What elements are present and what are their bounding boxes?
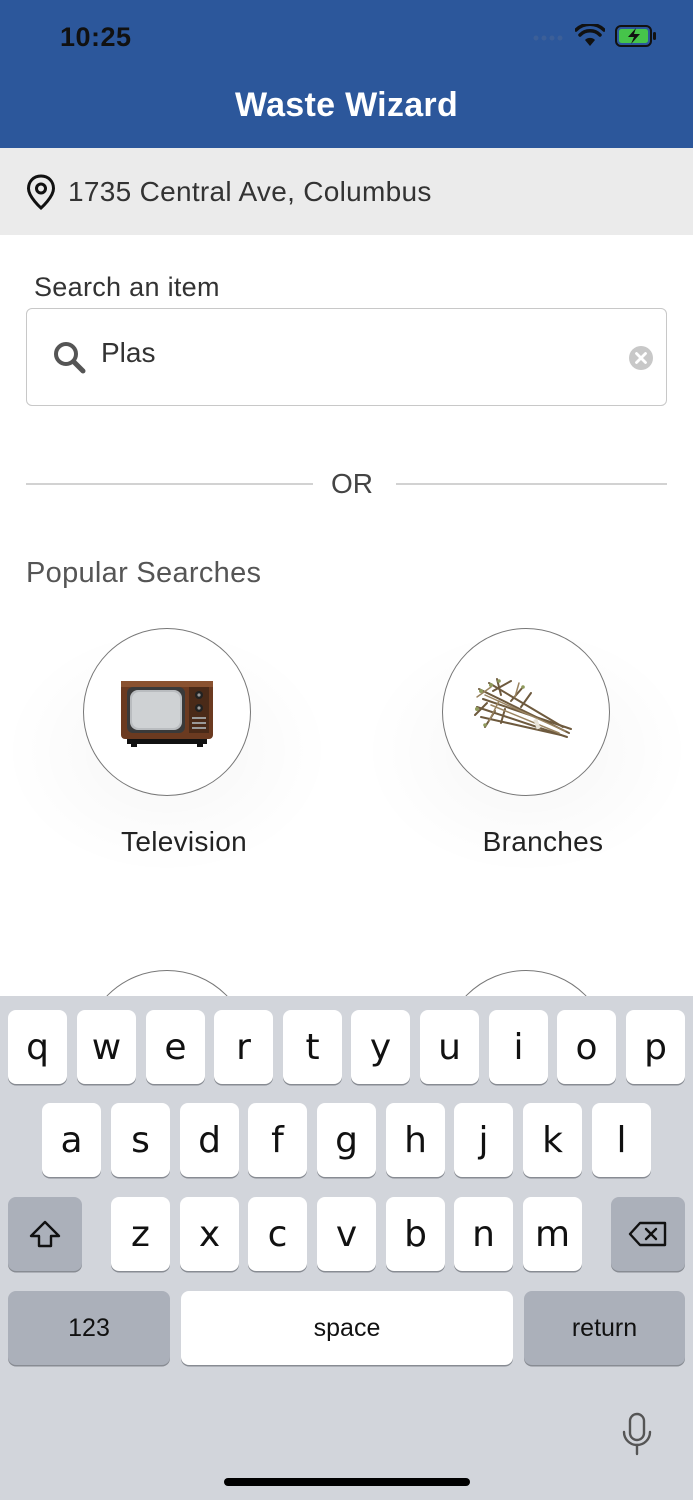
popular-item-label: Branches xyxy=(482,826,604,857)
location-pin-icon xyxy=(26,173,56,210)
return-key[interactable]: return xyxy=(524,1291,685,1365)
key-j[interactable]: j xyxy=(454,1103,513,1177)
key-k[interactable]: k xyxy=(523,1103,582,1177)
onscreen-keyboard: q w e r t y u i o p a s d f g h j k l z … xyxy=(0,996,693,1500)
key-o[interactable]: o xyxy=(557,1010,616,1084)
key-f[interactable]: f xyxy=(248,1103,307,1177)
key-v[interactable]: v xyxy=(317,1197,376,1271)
key-x[interactable]: x xyxy=(180,1197,239,1271)
key-c[interactable]: c xyxy=(248,1197,307,1271)
popular-item-branches[interactable]: Branches xyxy=(362,626,692,906)
search-box[interactable] xyxy=(26,308,667,406)
shift-icon xyxy=(29,1220,61,1248)
popular-item-television[interactable]: Television xyxy=(2,626,332,906)
key-y[interactable]: y xyxy=(351,1010,410,1084)
home-indicator[interactable] xyxy=(224,1478,470,1486)
search-icon xyxy=(54,342,86,374)
search-input[interactable] xyxy=(101,337,601,369)
key-n[interactable]: n xyxy=(454,1197,513,1271)
key-z[interactable]: z xyxy=(111,1197,170,1271)
key-m[interactable]: m xyxy=(523,1197,582,1271)
key-i[interactable]: i xyxy=(489,1010,548,1084)
key-h[interactable]: h xyxy=(386,1103,445,1177)
key-w[interactable]: w xyxy=(77,1010,136,1084)
divider-line-right xyxy=(396,483,667,485)
backspace-icon xyxy=(628,1221,667,1247)
television-image xyxy=(83,628,251,796)
status-time: 10:25 xyxy=(60,22,132,52)
or-text: OR xyxy=(331,468,373,499)
key-q[interactable]: q xyxy=(8,1010,67,1084)
key-d[interactable]: d xyxy=(180,1103,239,1177)
numbers-key[interactable]: 123 xyxy=(8,1291,170,1365)
or-divider: OR xyxy=(26,466,667,502)
key-t[interactable]: t xyxy=(283,1010,342,1084)
key-u[interactable]: u xyxy=(420,1010,479,1084)
key-g[interactable]: g xyxy=(317,1103,376,1177)
key-l[interactable]: l xyxy=(592,1103,651,1177)
key-b[interactable]: b xyxy=(386,1197,445,1271)
app-header: 10:25 Waste Wizard xyxy=(0,0,693,148)
popular-item-label: Television xyxy=(121,826,247,857)
wifi-icon xyxy=(575,24,605,46)
branches-image xyxy=(442,628,610,796)
app-title: Waste Wizard xyxy=(234,86,459,124)
popular-searches-title: Popular Searches xyxy=(26,557,262,589)
clear-search-icon[interactable] xyxy=(628,345,654,371)
space-key[interactable]: space xyxy=(181,1291,513,1365)
search-label: Search an item xyxy=(34,272,220,302)
shift-key[interactable] xyxy=(8,1197,82,1271)
battery-charging-icon xyxy=(615,25,656,47)
key-s[interactable]: s xyxy=(111,1103,170,1177)
signal-icon xyxy=(533,35,563,41)
location-bar[interactable]: 1735 Central Ave, Columbus xyxy=(0,148,693,235)
status-icons xyxy=(533,24,657,48)
divider-line-left xyxy=(26,483,313,485)
key-r[interactable]: r xyxy=(214,1010,273,1084)
delete-key[interactable] xyxy=(611,1197,685,1271)
key-p[interactable]: p xyxy=(626,1010,685,1084)
location-address: 1735 Central Ave, Columbus xyxy=(68,175,432,207)
key-e[interactable]: e xyxy=(146,1010,205,1084)
microphone-icon[interactable] xyxy=(620,1412,654,1458)
key-a[interactable]: a xyxy=(42,1103,101,1177)
